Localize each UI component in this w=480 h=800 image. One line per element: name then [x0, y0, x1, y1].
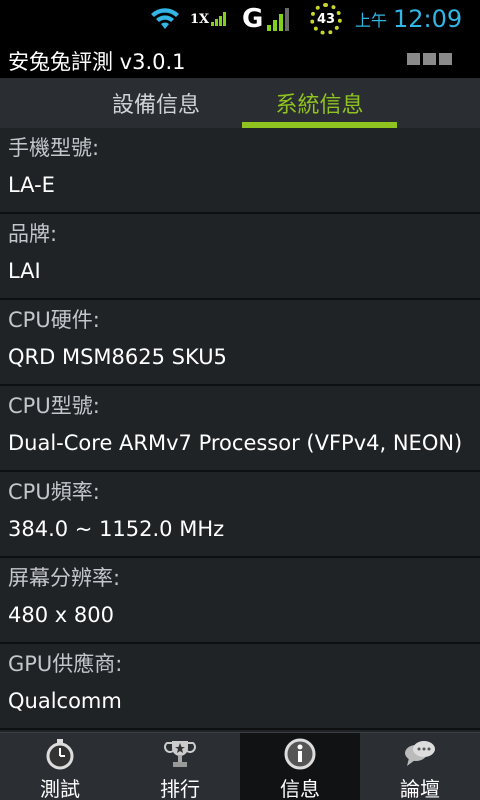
item-label: 品牌:: [8, 222, 58, 246]
nav-info-button[interactable]: 信息: [240, 733, 360, 800]
item-value: LAI: [8, 259, 41, 283]
list-item: 屏幕分辨率: 480 x 800: [0, 558, 480, 644]
bottom-nav: 測試 排行 信息 論壇: [0, 732, 480, 800]
item-label: CPU型號:: [8, 394, 100, 418]
nav-test-button[interactable]: 測試: [0, 733, 120, 800]
item-label: CPU硬件:: [8, 308, 100, 332]
item-value: 384.0 ~ 1152.0 MHz: [8, 517, 225, 541]
system-info-list[interactable]: 手機型號: LA-E 品牌: LAI CPU硬件: QRD MSM8625 SK…: [0, 128, 480, 732]
list-item: CPU型號: Dual-Core ARMv7 Processor (VFPv4,…: [0, 386, 480, 472]
item-value: LA-E: [8, 173, 55, 197]
battery-icon: 43: [310, 3, 346, 35]
status-bar: 1X G 43 上午 12:09: [0, 0, 480, 38]
nav-forum-button[interactable]: 論壇: [360, 733, 480, 800]
chat-bubble-icon: [403, 738, 437, 770]
stopwatch-icon: [43, 738, 77, 770]
tab-bar: 設備信息 系統信息: [0, 78, 480, 128]
list-item: GPU供應商: Qualcomm: [0, 644, 480, 730]
item-value: QRD MSM8625 SKU5: [8, 345, 227, 369]
signal-bars-icon: [211, 12, 227, 26]
overflow-menu-icon[interactable]: [407, 53, 452, 65]
nav-ranking-button[interactable]: 排行: [120, 733, 240, 800]
network-g-indicator: G: [242, 4, 300, 34]
network-1x-indicator: 1X: [190, 4, 230, 34]
list-item: CPU頻率: 384.0 ~ 1152.0 MHz: [0, 472, 480, 558]
list-item: CPU硬件: QRD MSM8625 SKU5: [0, 300, 480, 386]
item-label: 手機型號:: [8, 136, 100, 160]
nav-info-label: 信息: [280, 777, 320, 800]
clock-ampm: 上午: [355, 11, 388, 30]
network-g-label: G: [242, 4, 264, 34]
battery-level: 43: [316, 11, 336, 27]
nav-ranking-label: 排行: [160, 777, 200, 800]
clock: 上午 12:09: [355, 4, 475, 34]
clock-time: 12:09: [393, 5, 463, 33]
item-value: Dual-Core ARMv7 Processor (VFPv4, NEON): [8, 431, 463, 455]
item-label: GPU供應商:: [8, 652, 123, 676]
trophy-icon: [163, 738, 197, 770]
app-title: 安兔兔評測 v3.0.1: [8, 50, 186, 74]
item-value: 480 x 800: [8, 603, 114, 627]
cell-signal-icon: [267, 7, 290, 31]
wifi-icon: [150, 4, 180, 34]
network-1x-label: 1X: [190, 11, 210, 27]
list-item: 手機型號: LA-E: [0, 128, 480, 214]
nav-test-label: 測試: [40, 777, 80, 800]
tab-system-info[interactable]: 系統信息: [242, 78, 397, 128]
item-label: CPU頻率:: [8, 480, 100, 504]
title-bar: 安兔兔評測 v3.0.1: [0, 38, 480, 78]
nav-forum-label: 論壇: [400, 777, 440, 800]
item-value: Qualcomm: [8, 689, 122, 713]
item-label: 屏幕分辨率:: [8, 566, 121, 590]
info-icon: [283, 738, 317, 770]
list-item: 品牌: LAI: [0, 214, 480, 300]
